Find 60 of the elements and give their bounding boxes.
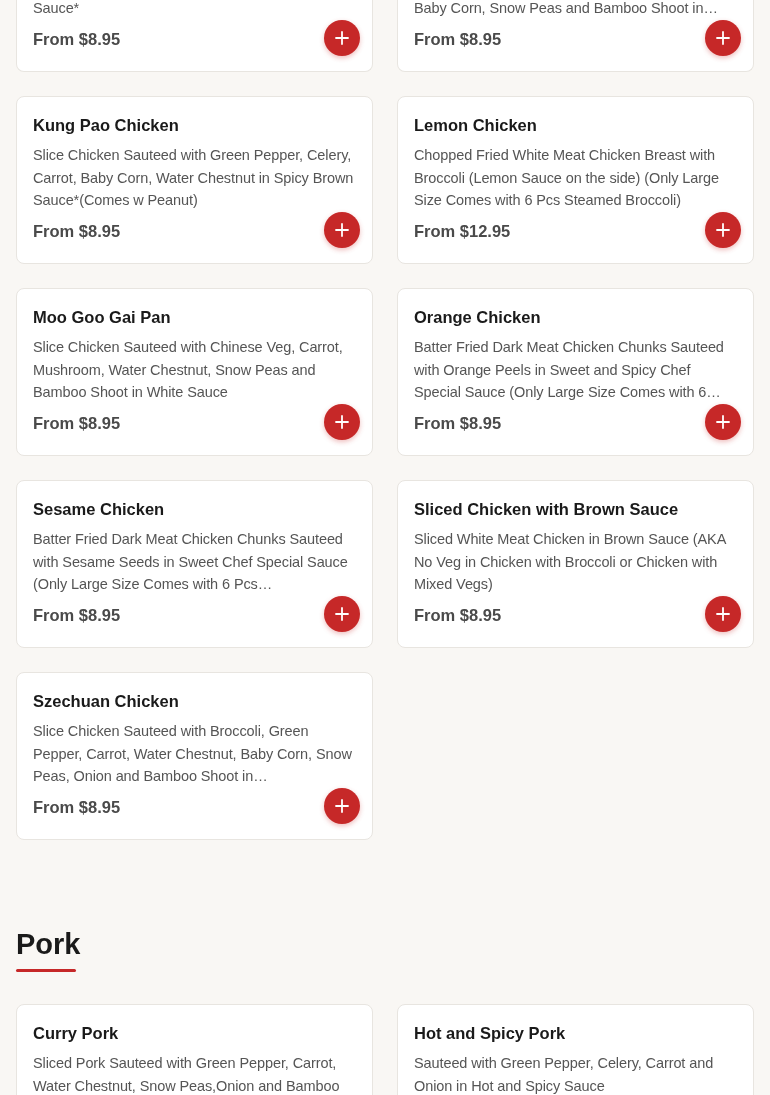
item-description: Batter Fried Dark Meat Chicken Chunks Sauteed with Orange Peels in Sweet and Spicy Chef Special Sauce (Only Large Size Comes with 6… [414, 338, 725, 402]
item-price: From $8.95 [414, 29, 502, 49]
plus-icon [335, 222, 349, 237]
menu-item-card[interactable]: Sauce* From $8.95 [16, 0, 373, 72]
item-price: From $8.95 [414, 605, 502, 625]
plus-icon [335, 606, 349, 621]
item-name: Curry Pork [33, 1023, 120, 1044]
item-description: Sliced White Meat Chicken in Brown Sauce (AKA No Veg in Chicken with Broccoli or Chicken with Mixed Vegs) [414, 530, 727, 594]
menu-item-card[interactable]: Sliced Chicken with Brown Sauce Sliced White Meat Chicken in Brown Sauce (AKA No Veg in Chicken with Broccoli or Chicken with Mixed Vegs) From $8.95 [397, 480, 754, 648]
item-description: Chopped Fried White Meat Chicken Breast with Broccoli (Lemon Sauce on the side) (Only Large Size Comes with 6 Pcs Steamed Broccoli) [414, 146, 720, 210]
item-price: From $8.95 [33, 797, 121, 817]
item-name: Hot and Spicy Pork [414, 1023, 567, 1044]
item-description: Sauce* [33, 0, 81, 18]
item-description: Baby Corn, Snow Peas and Bamboo Shoot in… [414, 0, 719, 18]
item-name: Lemon Chicken [414, 115, 538, 136]
menu-item-card[interactable]: Szechuan Chicken Slice Chicken Sauteed with Broccoli, Green Pepper, Carrot, Water Chestnut, Baby Corn, Snow Peas, Onion and Bamboo Shoot in… From $8.95 [16, 672, 373, 840]
add-button[interactable] [705, 211, 741, 248]
add-button[interactable] [324, 19, 360, 56]
menu-item-card[interactable]: Sesame Chicken Batter Fried Dark Meat Chicken Chunks Sauteed with Sesame Seeds in Sweet Chef Special Sauce (Only Large Size Comes with 6 Pcs… From $8.95 [16, 480, 373, 648]
item-name: Moo Goo Gai Pan [33, 307, 172, 328]
item-name: Sesame Chicken [33, 499, 166, 520]
plus-icon [716, 414, 730, 429]
item-name: Orange Chicken [414, 307, 542, 328]
item-description: Slice Chicken Sauteed with Green Pepper, Celery, Carrot, Baby Corn, Water Chestnut in Spicy Brown Sauce*(Comes w Peanut) [33, 146, 355, 210]
item-price: From $12.95 [414, 221, 511, 241]
add-button[interactable] [705, 19, 741, 56]
item-description: Sliced Pork Sauteed with Green Pepper, Carrot, Water Chestnut, Snow Peas,Onion and Bamboo [33, 1054, 341, 1095]
item-name: Kung Pao Chicken [33, 115, 180, 136]
item-name: Szechuan Chicken [33, 691, 180, 712]
item-description: Batter Fried Dark Meat Chicken Chunks Sauteed with Sesame Seeds in Sweet Chef Special Sauce (Only Large Size Comes with 6 Pcs… [33, 530, 349, 594]
item-description: Sauteed with Green Pepper, Celery, Carrot and Onion in Hot and Spicy Sauce [414, 1054, 715, 1095]
menu-item-card[interactable]: Orange Chicken Batter Fried Dark Meat Chicken Chunks Sauteed with Orange Peels in Sweet and Spicy Chef Special Sauce (Only Large Size Comes with 6… From $8.95 [397, 288, 754, 456]
menu-item-card[interactable]: Baby Corn, Snow Peas and Bamboo Shoot in… From $8.95 [397, 0, 754, 72]
menu-item-card[interactable]: Kung Pao Chicken Slice Chicken Sauteed with Green Pepper, Celery, Carrot, Baby Corn, Water Chestnut in Spicy Brown Sauce*(Comes w Peanut) From $8.95 [16, 96, 373, 264]
item-price: From $8.95 [33, 413, 121, 433]
menu-item-card[interactable]: Curry Pork Sliced Pork Sauteed with Green Pepper, Carrot, Water Chestnut, Snow Peas,Onion and Bamboo [16, 1004, 373, 1095]
item-price: From $8.95 [33, 29, 121, 49]
add-button[interactable] [324, 787, 360, 824]
item-price: From $8.95 [414, 413, 502, 433]
plus-icon [716, 606, 730, 621]
add-button[interactable] [705, 595, 741, 632]
item-name: Sliced Chicken with Brown Sauce [414, 499, 680, 520]
plus-icon [335, 414, 349, 429]
menu-item-card[interactable]: Hot and Spicy Pork Sauteed with Green Pepper, Celery, Carrot and Onion in Hot and Spicy Sauce [397, 1004, 754, 1095]
heading-underline [16, 969, 76, 972]
add-button[interactable] [324, 211, 360, 248]
item-price: From $8.95 [33, 221, 121, 241]
item-price: From $8.95 [33, 605, 121, 625]
add-button[interactable] [705, 403, 741, 440]
item-description: Slice Chicken Sauteed with Chinese Veg, Carrot, Mushroom, Water Chestnut, Snow Peas and Bamboo Shoot in White Sauce [33, 338, 344, 402]
plus-icon [335, 30, 349, 45]
plus-icon [716, 222, 730, 237]
plus-icon [716, 30, 730, 45]
menu-item-card[interactable]: Moo Goo Gai Pan Slice Chicken Sauteed with Chinese Veg, Carrot, Mushroom, Water Chestnut, Snow Peas and Bamboo Shoot in White Sauce From $8.95 [16, 288, 373, 456]
menu-item-card[interactable]: Lemon Chicken Chopped Fried White Meat Chicken Breast with Broccoli (Lemon Sauce on the side) (Only Large Size Comes with 6 Pcs Steamed Broccoli) From $12.95 [397, 96, 754, 264]
section-heading: Pork [16, 927, 82, 962]
item-description: Slice Chicken Sauteed with Broccoli, Green Pepper, Carrot, Water Chestnut, Baby Corn, Snow Peas, Onion and Bamboo Shoot in… [33, 722, 353, 786]
plus-icon [335, 798, 349, 813]
add-button[interactable] [324, 403, 360, 440]
add-button[interactable] [324, 595, 360, 632]
